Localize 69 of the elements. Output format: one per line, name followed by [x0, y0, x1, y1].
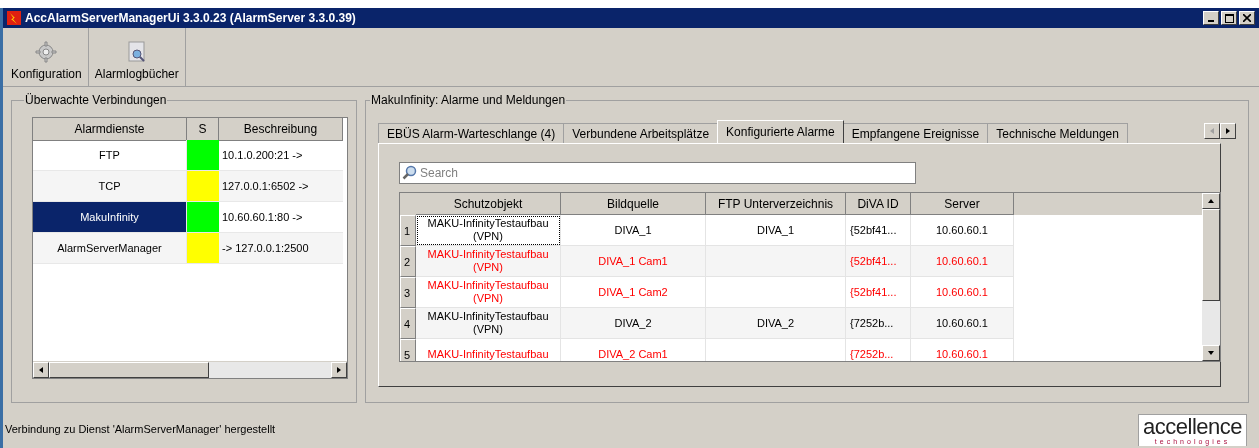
table-cell: {7252b... — [846, 308, 911, 339]
table-cell: 10.60.60.1 — [911, 339, 1014, 361]
vertical-scrollbar[interactable] — [1202, 193, 1220, 361]
maximize-icon — [1224, 13, 1234, 23]
table-cell: {7252b... — [846, 339, 911, 361]
row-number[interactable]: 2 — [400, 246, 416, 277]
up-arrow-icon — [1207, 197, 1215, 205]
scroll-right-button[interactable] — [331, 362, 347, 378]
tab[interactable]: EBÜS Alarm-Warteschlange (4) — [378, 123, 565, 143]
table-cell: -> 127.0.0.1:2500 — [219, 233, 343, 264]
scroll-down-button[interactable] — [1202, 345, 1220, 361]
toolbar-button[interactable]: Alarmlogbücher — [88, 28, 186, 86]
toolbar-button[interactable]: Konfiguration — [5, 28, 89, 86]
service-cell[interactable]: MakuInfinity — [33, 202, 187, 233]
service-cell[interactable]: AlarmServerManager — [33, 233, 187, 264]
app-icon — [7, 11, 21, 25]
window-title: AccAlarmServerManagerUi 3.3.0.23 (AlarmServer 3.3.0.39) — [25, 11, 357, 25]
service-cell[interactable]: TCP — [33, 171, 187, 202]
left-arrow-icon — [37, 366, 45, 374]
column-header[interactable]: FTP Unterverzeichnis — [706, 193, 846, 215]
tab[interactable]: Empfangene Ereignisse — [842, 123, 989, 143]
table-cell: {52bf41... — [846, 246, 911, 277]
close-icon — [1243, 14, 1251, 22]
table-cell: MAKU-InfinityTestaufbau — [416, 339, 561, 361]
tab[interactable]: Verbundene Arbeitsplätze — [563, 123, 719, 143]
right-arrow-icon — [335, 366, 343, 374]
scrollbar-thumb[interactable] — [1202, 209, 1220, 301]
row-number[interactable]: 1 — [400, 215, 416, 246]
table-cell: 10.60.60.1 — [911, 246, 1014, 277]
document-magnifier-icon — [126, 41, 147, 63]
search-field[interactable]: Search — [399, 162, 916, 184]
table-cell: MAKU-InfinityTestaufbau (VPN) — [416, 215, 561, 246]
table-cell: DIVA_2 — [561, 308, 706, 339]
group-title: Überwachte Verbindungen — [24, 93, 168, 107]
column-header[interactable]: Beschreibung — [219, 118, 343, 141]
scroll-up-button[interactable] — [1202, 193, 1220, 209]
table-cell: DIVA_2 — [706, 308, 846, 339]
table-cell: DIVA_2 Cam1 — [561, 339, 706, 361]
close-button[interactable] — [1239, 11, 1255, 25]
scrollbar-thumb[interactable] — [49, 362, 209, 378]
scroll-left-button[interactable] — [1204, 123, 1220, 139]
row-number[interactable]: 4 — [400, 308, 416, 339]
tab[interactable]: Technische Meldungen — [987, 123, 1128, 143]
column-header[interactable]: Schutzobjekt — [416, 193, 561, 215]
column-header[interactable]: DiVA ID — [846, 193, 911, 215]
maximize-button[interactable] — [1221, 11, 1237, 25]
row-number[interactable]: 5 — [400, 339, 416, 361]
status-text: Verbindung zu Dienst 'AlarmServerManager' hergestellt — [5, 423, 276, 435]
gear-icon — [35, 41, 58, 63]
column-header[interactable]: Bildquelle — [561, 193, 706, 215]
horizontal-scrollbar[interactable] — [33, 361, 347, 378]
search-icon — [402, 165, 418, 181]
minimize-button[interactable] — [1203, 11, 1219, 25]
table-cell: MAKU-InfinityTestaufbau (VPN) — [416, 246, 561, 277]
tab[interactable]: Konfigurierte Alarme — [717, 120, 844, 143]
column-header[interactable]: Server — [911, 193, 1014, 215]
right-arrow-icon — [1224, 127, 1232, 135]
table-cell: MAKU-InfinityTestaufbau (VPN) — [416, 308, 561, 339]
column-header[interactable]: S — [187, 118, 219, 141]
table-cell: DIVA_1 Cam1 — [561, 246, 706, 277]
row-number[interactable]: 3 — [400, 277, 416, 308]
table-cell: 127.0.0.1:6502 -> — [219, 171, 343, 202]
left-arrow-icon — [1208, 127, 1216, 135]
scroll-left-button[interactable] — [33, 362, 49, 378]
table-cell: 10.60.60.1 — [911, 308, 1014, 339]
group-title: MakuInfinity: Alarme und Meldungen — [370, 93, 567, 107]
down-arrow-icon — [1207, 349, 1215, 357]
column-header[interactable]: Alarmdienste — [33, 118, 187, 141]
scroll-right-button[interactable] — [1220, 123, 1236, 139]
